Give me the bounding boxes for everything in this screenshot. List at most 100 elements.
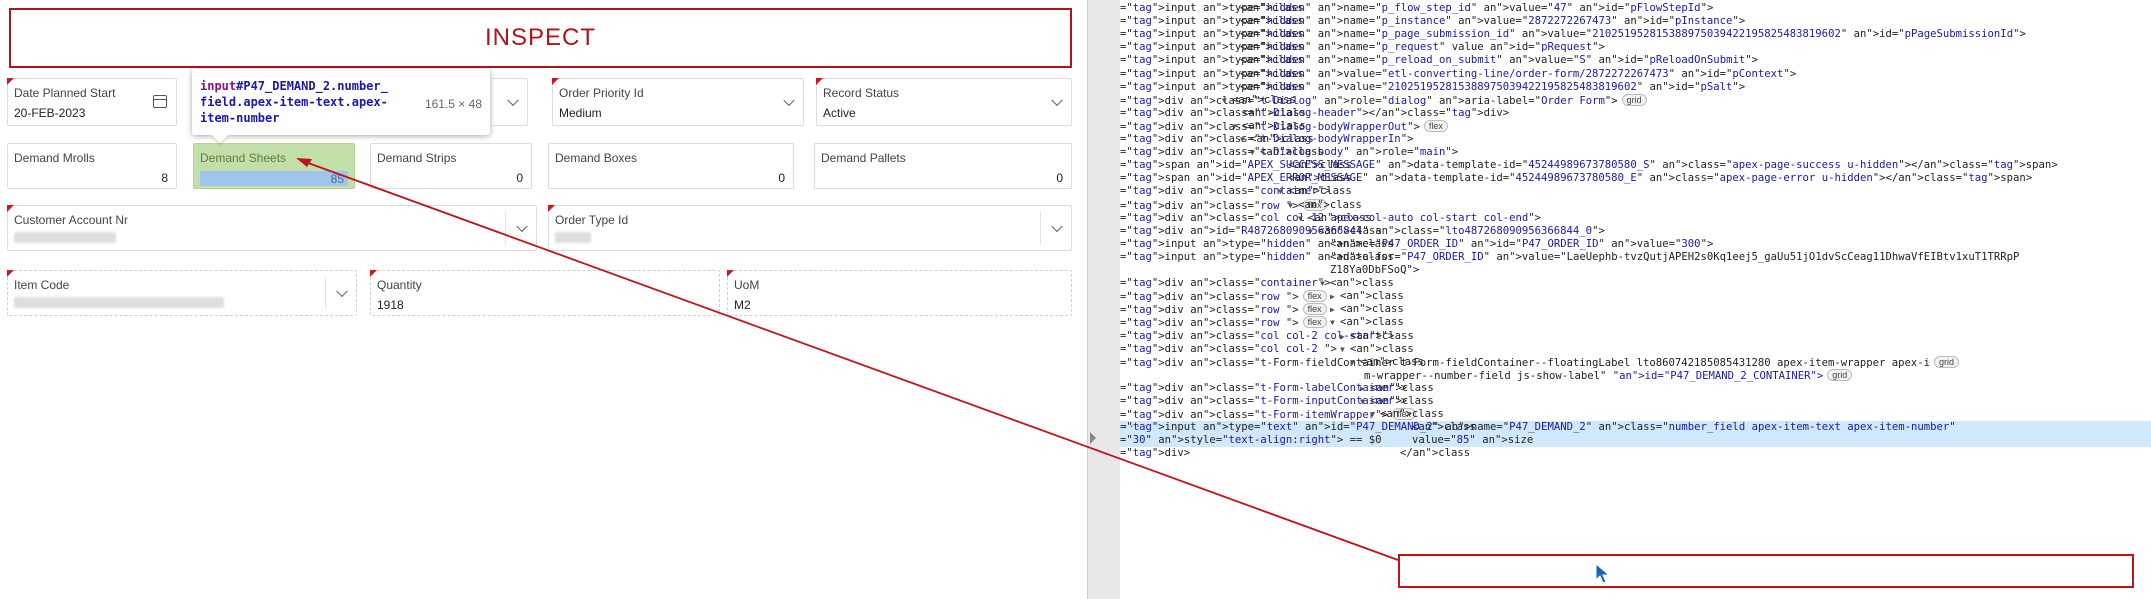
chevron-down-icon[interactable] [336,285,348,298]
dom-tree-node[interactable]: <an">class ="tag">input an">type="hidden"… [1120,54,2151,67]
expand-triangle-icon[interactable]: ▼ [1288,199,1293,212]
more-options-icon[interactable]: ··· [1122,421,1141,434]
grid-badge[interactable]: grid [1934,355,1960,368]
flex-badge[interactable]: flex [1423,119,1448,132]
expand-triangle-icon[interactable]: ▼ [1370,408,1375,421]
grid-badge[interactable]: grid [1621,93,1647,106]
field-value[interactable]: 20-FEB-2023 [14,106,85,120]
dom-tree-node[interactable]: <an">class ="tag">input an">type="hidden"… [1120,68,2151,81]
dom-tree-node[interactable]: ▼ <an">class ="tag">div an">class="t-Dialo… [1120,146,2151,159]
field-label: Item Code [14,278,70,292]
node-text: Z18Ya0DbFSoQ"> [1330,264,1420,276]
dom-tree-node[interactable]: <an">class ="tag">span an">id="APEX_SUCCE… [1120,159,2151,172]
dom-tree-node[interactable]: ▼ <an">class ="tag">div an">class="t-Dialo… [1120,93,2151,107]
chevron-down-icon[interactable] [783,94,795,107]
node-text: <an">class [1340,303,1404,316]
dom-tree-node[interactable]: ▼ <an">class ="tag">div an">class="t-Form-… [1120,408,2151,421]
dom-tree-node[interactable]: <an">class ="tag">div an">class="t-Dialog… [1120,107,2151,120]
demand-mrolls-field[interactable]: Demand Mrolls 8 [7,143,177,189]
dom-tree-node[interactable]: <an">class ="tag">span an">id="APEX_ERROR… [1120,172,2151,185]
collapse-triangle-icon[interactable]: ▶ [1330,290,1335,303]
demand-pallets-field[interactable]: Demand Pallets 0 [814,143,1072,189]
chevron-down-icon[interactable] [507,94,519,107]
field-value: Medium [559,106,602,120]
expand-triangle-icon[interactable]: ▼ [1298,212,1303,225]
grid-badge[interactable]: grid [1827,368,1853,381]
demand-sheets-input[interactable]: 85 [200,171,348,186]
field-value[interactable]: 0 [516,171,523,185]
dom-tree-node[interactable]: <an">class ="tag">input an">type="text" a… [1120,421,2151,435]
expand-triangle-icon[interactable]: ▼ [1340,343,1345,356]
expand-triangle-icon[interactable]: ▼ [1278,185,1283,198]
dom-tree-node[interactable]: <an">class ="tag">input an">type="hidden"… [1120,28,2151,41]
dom-tree-node[interactable]: ▼ <an">class ="tag">div an">class="t-Dialo… [1120,119,2151,133]
dom-tree-node[interactable]: <an">class ="tag">input an">type="hidden"… [1120,238,2151,251]
demand-strips-field[interactable]: Demand Strips 0 [370,143,532,189]
chevron-down-icon[interactable] [516,220,528,233]
flex-badge[interactable]: flex [1302,303,1327,316]
demand-sheets-field[interactable]: Demand Sheets 85 [193,143,355,189]
demand-boxes-field[interactable]: Demand Boxes 0 [548,143,794,189]
dom-tree-node[interactable]: <an">class ="tag">input an">type="hidden"… [1120,251,2151,264]
panel-splitter[interactable] [1087,0,1120,599]
quantity-field[interactable]: Quantity 1918 [370,270,720,316]
collapse-triangle-icon[interactable]: ▶ [1330,303,1335,316]
expand-triangle-icon[interactable]: ▼ [1250,146,1255,159]
tooltip-selector: input#P47_DEMAND_2.number_field.apex-ite… [200,78,390,126]
dom-tree-node[interactable]: ▼ <an">class ="tag">div an">class="col col… [1120,343,2151,356]
node-text: <an">class [1240,54,1304,67]
expand-triangle-icon[interactable]: ▼ [1222,94,1227,107]
item-code-select[interactable]: Item Code [7,270,357,316]
dom-tree-node[interactable]: <an">class ="tag">input an">type="hidden"… [1120,15,2151,28]
dom-tree-node[interactable]: ▶ <an">class ="tag">div an">class="row "> f… [1120,303,2151,316]
dom-tree-node[interactable]: m-wrapper--number-field js-show-label" "… [1120,368,2151,382]
expand-triangle-icon[interactable]: ▼ [1240,133,1245,146]
dom-tree-node[interactable]: ▼ <an">class ="tag">div an">class="contain… [1120,277,2151,290]
dom-tree-node[interactable]: ▼ <an">class ="tag">div an">class="row "> f… [1120,198,2151,212]
field-value[interactable]: 8 [161,171,168,185]
expand-triangle-icon[interactable]: ▼ [1308,225,1313,238]
field-value[interactable]: 0 [778,171,785,185]
field-value[interactable]: 0 [1056,171,1063,185]
chevron-down-icon[interactable] [1051,94,1063,107]
dom-tree-node[interactable]: <an">class ="tag">input an">type="hidden"… [1120,41,2151,54]
dom-tree-node[interactable]: ▼ <an">class ="tag">div an">class="t-Dialo… [1120,133,2151,146]
hidden-select-field[interactable] [492,78,528,126]
dom-tree-node[interactable]: <an">class ="tag">input an">type="hidden"… [1120,2,2151,15]
dom-tree-node[interactable]: ▶ <an">class ="tag">div an">class="row "> f… [1120,290,2151,303]
expand-triangle-icon[interactable]: ▼ [1360,395,1365,408]
field-value[interactable]: 1918 [377,298,404,312]
dom-tree-node[interactable]: ▼ <an">class ="tag">div an">id="R487268090… [1120,225,2151,238]
dom-tree-node[interactable]: Z18Ya0DbFSoQ"> [1120,264,2151,277]
customer-account-select[interactable]: Customer Account Nr [7,205,537,251]
expand-triangle-icon[interactable]: ▼ [1320,277,1325,290]
chevron-down-icon[interactable] [1051,220,1063,233]
dom-tree-node[interactable]: ▼ <an">class ="tag">div an">class="row "> f… [1120,316,2151,329]
dom-tree-node[interactable]: ▶ <an">class ="tag">div an">class="col col… [1120,330,2151,343]
dom-tree-node[interactable]: ▼ <an">class ="tag">div an">class="contain… [1120,185,2151,198]
field-value[interactable]: M2 [734,298,751,312]
date-planned-start-field[interactable]: Date Planned Start 20-FEB-2023 [7,78,177,126]
expand-triangle-icon[interactable]: ▼ [1350,356,1355,369]
dom-tree-node[interactable]: <an">class ="tag">input an">type="hidden"… [1120,81,2151,94]
order-type-select[interactable]: Order Type Id [548,205,1072,251]
collapse-triangle-icon[interactable]: ▶ [1340,330,1345,343]
order-priority-select[interactable]: Order Priority Id Medium [552,78,804,126]
dom-tree-node[interactable]: ▼ <an">class ="tag">div an">class="t-Form-… [1120,395,2151,408]
flex-badge[interactable]: flex [1302,290,1327,303]
expand-triangle-icon[interactable]: ▼ [1232,120,1237,133]
flex-badge[interactable]: flex [1302,316,1327,329]
uom-field[interactable]: UoM M2 [727,270,1072,316]
dom-tree-node[interactable]: ▶ <an">class ="tag">div an">class="t-Form-… [1120,382,2151,395]
field-value: Active [823,106,856,120]
dom-tree-node[interactable]: ▼ <an">class ="tag">div an">class="t-Form-… [1120,355,2151,369]
dom-tree-node[interactable]: ▼ <an">class ="tag">div an">class="col col… [1120,212,2151,225]
collapse-arrow-icon[interactable] [1090,432,1096,444]
devtools-elements-panel[interactable]: <an">class ="tag">input an">type="hidden"… [1120,0,2151,599]
dom-tree-node[interactable]: value="85" an">size ="30" an">style="text… [1120,434,2151,448]
record-status-select[interactable]: Record Status Active [816,78,1072,126]
dom-tree-node[interactable]: </an">class ="tag">div> [1120,447,2151,460]
calendar-icon[interactable] [153,95,167,108]
expand-triangle-icon[interactable]: ▼ [1330,316,1335,329]
collapse-triangle-icon[interactable]: ▶ [1360,382,1365,395]
